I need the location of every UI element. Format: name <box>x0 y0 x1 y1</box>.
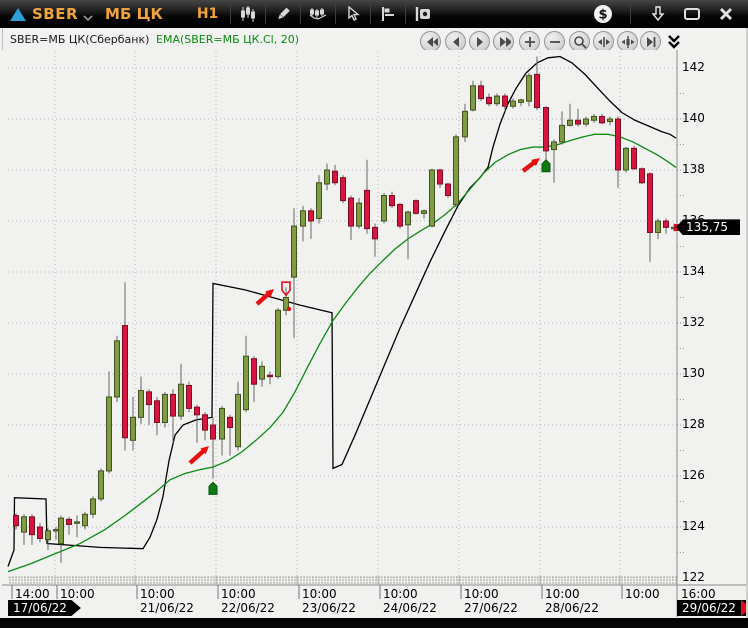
candle <box>527 73 532 106</box>
time-label: 10:00 <box>302 587 337 601</box>
date-label: 21/06/22 <box>140 601 194 615</box>
candle <box>430 169 435 228</box>
date-tag-start: 17/06/22 <box>8 600 81 616</box>
trading-terminal-window: { "titlebar": { "symbol": "SBER", "board… <box>0 0 748 628</box>
candle <box>163 392 168 428</box>
candle <box>317 175 322 223</box>
window-bottom-bar <box>0 618 748 628</box>
time-label: 10:00 <box>545 587 580 601</box>
time-label: 10:00 <box>383 587 418 601</box>
date-label: 22/06/22 <box>221 601 275 615</box>
y-axis-label: 140 <box>682 111 705 125</box>
candle <box>454 134 459 207</box>
candle <box>99 468 104 501</box>
candle <box>276 308 281 379</box>
last-price-tag: 135,75 <box>676 219 740 235</box>
date-label: 28/06/22 <box>545 601 599 615</box>
y-axis-label: 122 <box>682 570 705 584</box>
time-label: 14:00 <box>15 587 50 601</box>
candle <box>446 183 451 198</box>
y-axis-label: 138 <box>682 162 705 176</box>
candle <box>632 146 637 170</box>
time-label: 10:00 <box>221 587 256 601</box>
y-axis-label: 132 <box>682 315 705 329</box>
date-tag-end: 29/06/22 <box>677 600 746 616</box>
chart-plot[interactable] <box>0 0 748 628</box>
date-label: 24/06/22 <box>383 601 437 615</box>
date-label: 23/06/22 <box>302 601 356 615</box>
date-label: 27/06/22 <box>464 601 518 615</box>
time-label: 10:00 <box>140 587 175 601</box>
y-axis-label: 126 <box>682 468 705 482</box>
y-axis-label: 130 <box>682 366 705 380</box>
candle <box>187 382 192 413</box>
candle <box>398 203 403 229</box>
sell-dot-marker <box>287 307 291 311</box>
candle <box>624 147 629 173</box>
y-axis-label: 128 <box>682 417 705 431</box>
time-label: 10:00 <box>625 587 660 601</box>
time-label: 10:00 <box>60 587 95 601</box>
candle <box>640 167 645 184</box>
y-axis-label: 134 <box>682 264 705 278</box>
candle <box>341 175 346 203</box>
candle <box>414 199 419 214</box>
y-axis-label: 124 <box>682 519 705 533</box>
time-label: 10:00 <box>464 587 499 601</box>
candle <box>115 336 120 402</box>
time-label-end: 16:00 <box>681 587 716 601</box>
y-axis-label: 142 <box>682 60 705 74</box>
candle <box>382 193 387 224</box>
